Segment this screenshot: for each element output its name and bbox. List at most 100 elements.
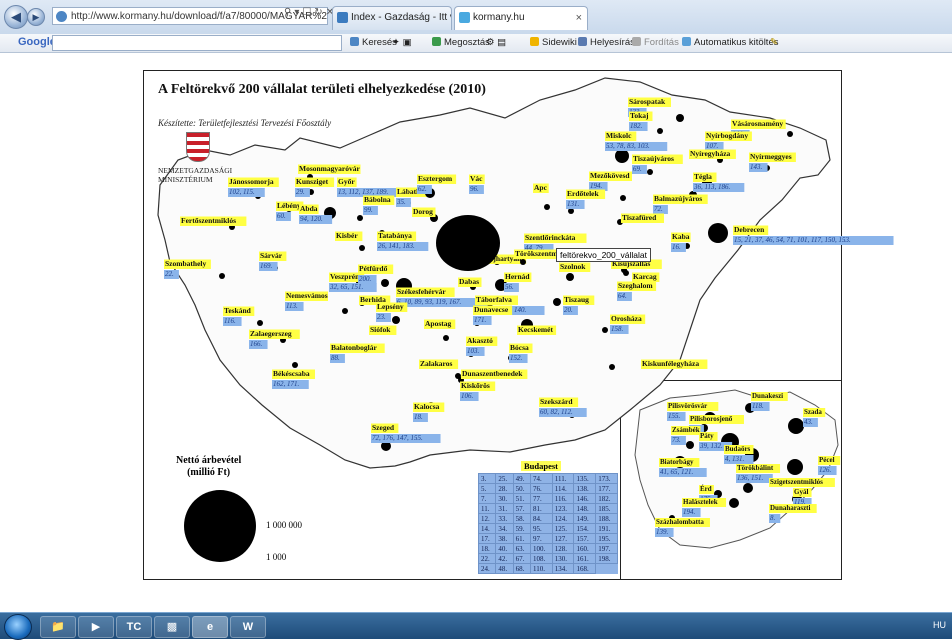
budapest-table-cell: 108. <box>529 553 553 564</box>
label-text: 106. <box>461 392 474 400</box>
label-text: Nyíregyháza <box>690 149 731 158</box>
label-text: 69. <box>633 165 642 173</box>
budapest-table-cell: 182. <box>595 493 618 504</box>
city-marker: Dunaszentbenedek <box>455 369 528 379</box>
label-text: Tatabánya <box>378 231 412 240</box>
label-text: Siófok <box>370 325 391 334</box>
label-text: 15, 21, 37, 46, 54, 71, 101, 117, 150, 1… <box>734 236 851 244</box>
label-text: 194. <box>683 508 696 516</box>
budapest-table-row: 17. 38. 61. 97. 127. 157. 195. <box>477 533 618 544</box>
city-dot <box>788 418 804 434</box>
label-text: Balmazújváros <box>654 194 702 203</box>
label-text: Hernád <box>505 272 530 281</box>
label-text: Fertőszentmiklós <box>181 216 236 225</box>
label-text: Nemesvámos <box>286 291 328 300</box>
budapest-table-cell: 12. <box>477 513 497 524</box>
label-text: 22. <box>165 270 174 278</box>
internet-explorer-icon[interactable]: e <box>192 616 228 638</box>
label-text: Nyírbogdány <box>706 131 748 140</box>
label-text: Sárospatak <box>629 97 666 106</box>
budapest-table-cell: 100. <box>529 543 553 554</box>
label-text: 103. <box>467 347 480 355</box>
budapest-table-cell: 22. <box>477 553 497 564</box>
budapest-table-cell: 160. <box>573 543 597 554</box>
label-text: 155. <box>668 412 681 420</box>
budapest-table-cell: 7. <box>477 493 497 504</box>
budapest-table-cell: 116. <box>551 493 575 504</box>
label-text: Pécel <box>819 456 835 464</box>
budapest-table-row: 11. 31. 57. 81. 123. 148. 185. <box>477 503 618 514</box>
budapest-table-cell: 30. <box>495 493 514 504</box>
label-text: Esztergom <box>418 174 453 183</box>
budapest-table-cell: 185. <box>595 503 618 514</box>
budapest-table-cell: 138. <box>573 483 597 494</box>
folder-icon[interactable]: 📁 <box>40 616 76 638</box>
budapest-table-cell: 173. <box>595 473 618 484</box>
label-text: 143. <box>750 163 763 171</box>
label-text: 43. <box>804 418 813 426</box>
budapest-table-cell: 17. <box>477 533 497 544</box>
tc-icon[interactable]: TC <box>116 616 152 638</box>
label-text: 99. <box>364 206 373 214</box>
gift-icon[interactable]: ▩ <box>154 616 190 638</box>
label-text: 39, 132. <box>699 442 723 450</box>
label-text: Zalakaros <box>420 359 452 368</box>
budapest-table-cell: 146. <box>573 493 597 504</box>
city-dot <box>620 195 626 201</box>
taskbar: 📁 ▶ TC ▩ e W HU <box>0 612 952 640</box>
budapest-table-cell: 38. <box>495 533 514 544</box>
budapest-table-cell: 63. <box>512 543 531 554</box>
label-text: 26, 141, 183. <box>378 242 415 250</box>
city-dot <box>708 223 728 243</box>
budapest-table-cell: 11. <box>477 503 497 514</box>
budapest-table-cell: 84. <box>529 513 553 524</box>
city-dot <box>787 459 803 475</box>
city-marker: Debrecen 15, 21, 37, 46, 54, 71, 101, 117… <box>708 223 894 245</box>
label-text: Orosháza <box>611 314 642 323</box>
label-text: Akasztó <box>467 336 493 345</box>
budapest-table-cell: 130. <box>551 553 575 564</box>
budapest-table-cell: 34. <box>495 523 514 534</box>
label-text: 72. <box>654 205 663 213</box>
budapest-table-row: 12. 33. 58. 84. 124. 149. 188. <box>477 513 618 524</box>
label-text: Kiskunfélegyháza <box>642 359 699 368</box>
budapest-table-cell: 195. <box>595 533 618 544</box>
city-dot <box>219 273 225 279</box>
start-button[interactable] <box>4 614 32 640</box>
city-dot <box>686 441 694 449</box>
label-text: 152. <box>510 354 523 362</box>
label-text: 158. <box>611 325 624 333</box>
budapest-table-cell: 67. <box>512 553 531 564</box>
media-player-icon[interactable]: ▶ <box>78 616 114 638</box>
label-text: Nyírmeggyes <box>750 152 792 161</box>
label-text: Dunaharaszti <box>770 504 811 512</box>
label-text: Kecskemét <box>518 325 553 334</box>
budapest-table-cell: 59. <box>512 523 531 534</box>
budapest-table-cell: 127. <box>551 533 575 544</box>
budapest-table-cell: 61. <box>512 533 531 544</box>
budapest-circle <box>436 215 500 271</box>
city-dot <box>743 483 753 493</box>
label-text: Székesfehérvár <box>397 287 446 296</box>
label-text: 94, 120. <box>300 215 323 223</box>
city-dot <box>566 273 574 281</box>
budapest-table-row: 24. 48. 68. 110. 134. 168. <box>477 563 618 574</box>
label-text: 72, 176, 147, 155. <box>372 434 423 442</box>
city-dot <box>553 298 561 306</box>
label-text: Lepsény <box>377 302 404 311</box>
word-icon[interactable]: W <box>230 616 266 638</box>
label-text: 131. <box>567 200 580 208</box>
legend-large-value: 1 000 000 <box>266 520 302 530</box>
label-text: Tiszaújváros <box>633 154 674 163</box>
label-text: 4, 131. <box>725 455 745 463</box>
label-text: 118. <box>752 402 764 410</box>
label-text: 53, 78, 83, 103. <box>606 142 650 150</box>
budapest-table-cell: 134. <box>551 563 575 574</box>
label-text: 169. <box>260 262 273 270</box>
label-text: Páty <box>700 432 714 440</box>
budapest-table-row: 7. 30. 51. 77. 116. 146. 182. <box>477 493 618 504</box>
language-indicator[interactable]: HU <box>933 620 946 630</box>
budapest-table-cell: 51. <box>512 493 531 504</box>
budapest-table-cell: 81. <box>529 503 553 514</box>
budapest-table-title: Budapest <box>521 461 562 471</box>
